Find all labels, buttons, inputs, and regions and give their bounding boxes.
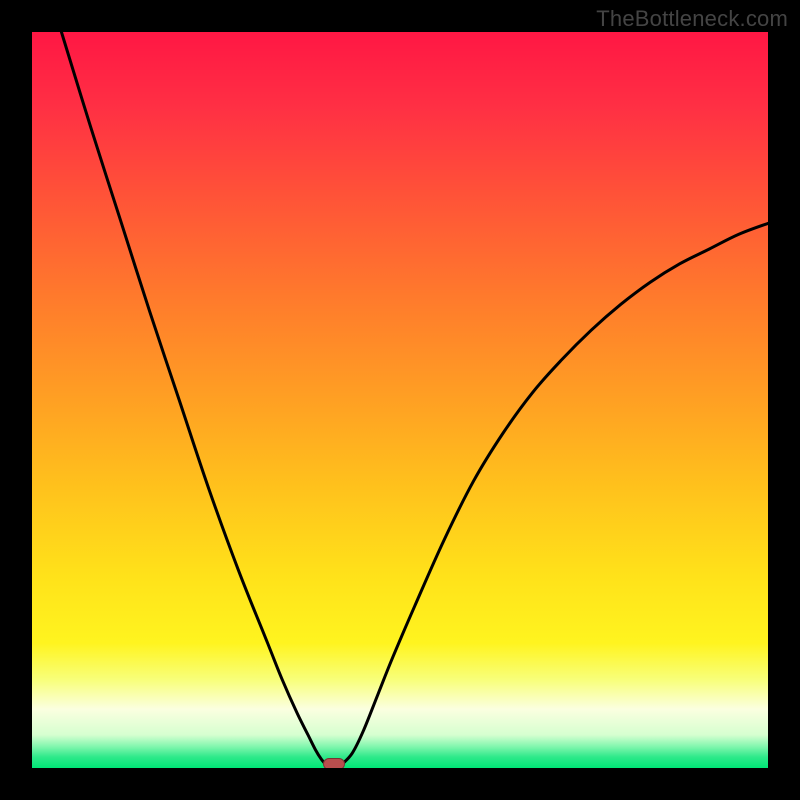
curve-left-branch [61, 32, 326, 765]
plot-area [32, 32, 768, 768]
bottleneck-curve [32, 32, 768, 768]
chart-frame: TheBottleneck.com [0, 0, 800, 800]
minimum-point-marker [323, 758, 345, 768]
curve-right-branch [341, 223, 768, 765]
watermark-text: TheBottleneck.com [596, 6, 788, 32]
